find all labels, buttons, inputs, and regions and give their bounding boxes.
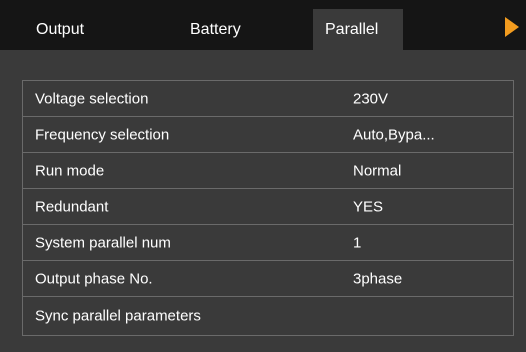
tab-output[interactable]: Output <box>0 9 140 50</box>
setting-row-system-parallel-num[interactable]: System parallel num 1 <box>23 225 513 261</box>
setting-label: Frequency selection <box>35 126 170 143</box>
tab-parallel[interactable]: Parallel <box>313 9 403 50</box>
setting-value: YES <box>353 198 384 215</box>
tab-bar: Output Battery Parallel <box>0 0 526 50</box>
setting-row-sync-parallel-parameters[interactable]: Sync parallel parameters <box>23 297 513 335</box>
parallel-settings-panel: Voltage selection 230V Frequency selecti… <box>22 80 514 336</box>
setting-value: Normal <box>353 162 402 179</box>
setting-label: Redundant <box>35 198 109 215</box>
setting-label: Voltage selection <box>35 90 149 107</box>
setting-value: 1 <box>353 234 362 251</box>
setting-row-run-mode[interactable]: Run mode Normal <box>23 153 513 189</box>
tab-output-label: Output <box>36 20 85 38</box>
tab-battery[interactable]: Battery <box>140 9 310 50</box>
setting-label: Run mode <box>35 162 105 179</box>
setting-label: Sync parallel parameters <box>35 307 201 325</box>
setting-value: 3phase <box>353 270 403 287</box>
setting-row-output-phase-no[interactable]: Output phase No. 3phase <box>23 261 513 297</box>
setting-row-voltage-selection[interactable]: Voltage selection 230V <box>23 81 513 117</box>
setting-row-redundant[interactable]: Redundant YES <box>23 189 513 225</box>
next-tab-button[interactable] <box>503 16 521 38</box>
setting-value: Auto,Bypa... <box>353 126 435 143</box>
tab-parallel-label: Parallel <box>325 20 379 38</box>
setting-value: 230V <box>353 90 389 107</box>
setting-label: Output phase No. <box>35 270 153 287</box>
tab-battery-label: Battery <box>190 20 241 38</box>
arrow-right-icon <box>505 17 519 37</box>
setting-row-frequency-selection[interactable]: Frequency selection Auto,Bypa... <box>23 117 513 153</box>
setting-label: System parallel num <box>35 234 171 251</box>
